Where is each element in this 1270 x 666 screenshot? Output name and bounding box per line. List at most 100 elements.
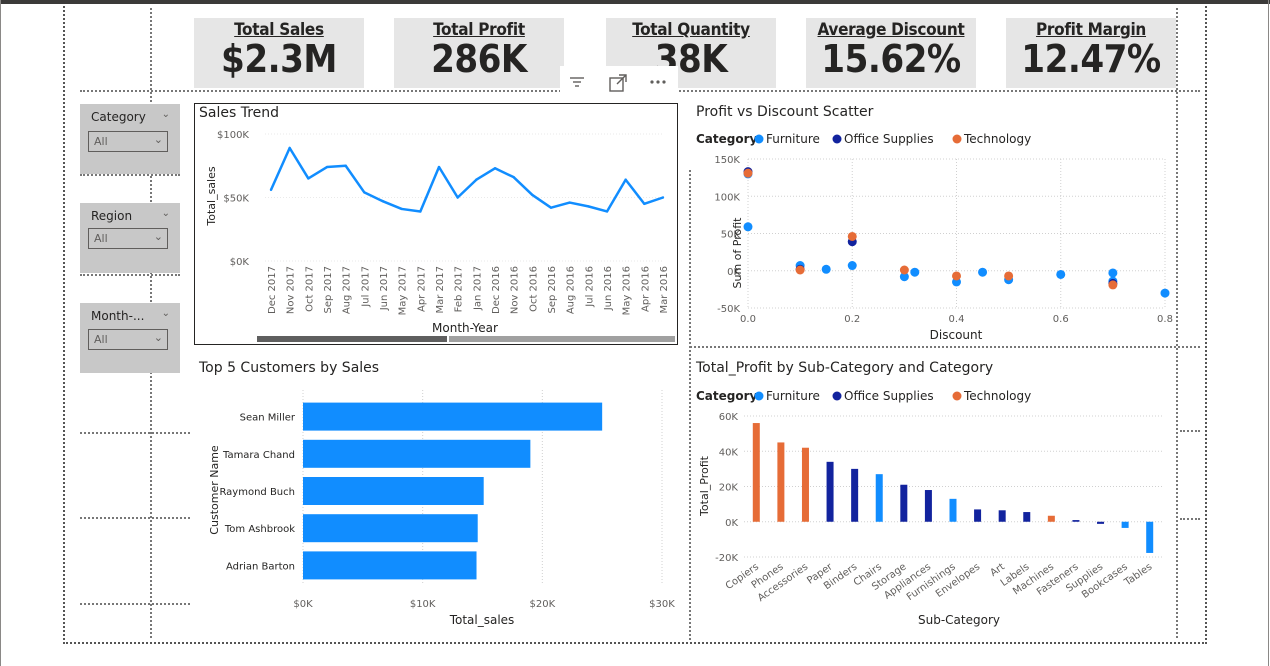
slicer-value: All (94, 232, 108, 245)
y-axis-label: Total_sales (205, 166, 218, 226)
x-tick-label: Oct 2017 (304, 266, 315, 312)
scatter-point (743, 168, 753, 178)
scatter-point (743, 222, 753, 232)
x-tick-label: 0.8 (1157, 314, 1173, 325)
profit-discount-visual[interactable]: Profit vs Discount Scatter Category Furni… (692, 103, 1178, 345)
scrollbar-track[interactable] (449, 336, 675, 342)
line-point (437, 165, 441, 169)
line-point (624, 178, 627, 181)
line-point (643, 202, 646, 206)
layout-guide (80, 517, 190, 519)
slicer-value: All (94, 333, 108, 346)
chevron-down-icon[interactable]: ⌄ (162, 208, 170, 219)
sales-trend-chart: $0K $50K $100K Dec 2017 Nov 2017 Oct 2017 Sep … (205, 130, 675, 342)
y-tick-label: 40K (719, 447, 739, 458)
x-tick-label: Jul 2016 (584, 266, 595, 308)
scatter-point (1108, 280, 1118, 290)
x-tick-label: Apr 2017 (416, 266, 427, 312)
scatter-point (795, 265, 805, 275)
slicer-title: Region (91, 209, 133, 223)
legend-marker (754, 134, 764, 144)
x-tick-label: Jun 2017 (379, 266, 390, 311)
subcategory-bar (924, 490, 932, 522)
scatter-point (847, 231, 857, 241)
x-tick-label: $0K (293, 599, 313, 610)
window-right-edge (1268, 0, 1269, 666)
x-axis-label: Month-Year (432, 321, 498, 335)
x-tick-label: $30K (649, 599, 675, 610)
focus-mode-icon[interactable] (608, 73, 628, 97)
x-tick-label: $10K (410, 599, 436, 610)
scatter-point (952, 271, 961, 281)
x-tick-label: Mar 2017 (435, 266, 446, 314)
x-tick-label: $20K (530, 599, 556, 610)
line-point (456, 196, 459, 199)
x-tick-label: 0.6 (1053, 314, 1069, 325)
profit-subcategory-visual[interactable]: Total_Profit by Sub-Category and Categor… (692, 358, 1178, 630)
slicer-dropdown[interactable]: All ⌄ (88, 329, 168, 350)
subcategory-bar (1121, 521, 1129, 528)
line-point (381, 200, 385, 203)
top-customers-visual[interactable]: Top 5 Customers by Sales $0K $10K $20K $30K… (194, 358, 684, 630)
subcategory-bar (826, 461, 834, 522)
slicer-dropdown[interactable]: All ⌄ (88, 228, 168, 249)
x-axis-label: Total_sales (449, 613, 515, 627)
layout-guide (80, 274, 180, 276)
slicer-month-year[interactable]: Month-... ⌄ All ⌄ (80, 303, 180, 373)
kpi-card-total-profit[interactable]: Total Profit 286K (394, 18, 564, 88)
subcategory-bar (1097, 521, 1105, 524)
y-tick-label: $0K (230, 257, 250, 268)
subcategory-bar (1047, 515, 1055, 522)
slicer-dropdown[interactable]: All ⌄ (88, 131, 168, 152)
slicer-region[interactable]: Region ⌄ All ⌄ (80, 203, 180, 273)
x-tick-label: Nov 2017 (286, 266, 297, 314)
scatter-point (910, 267, 920, 277)
line-point (363, 191, 366, 194)
legend-marker (832, 391, 842, 401)
sales-trend-line (269, 146, 664, 213)
line-point (400, 207, 403, 211)
x-tick-label: Dec 2016 (491, 266, 502, 314)
kpi-card-profit-margin[interactable]: Profit Margin 12.47% (1006, 18, 1176, 88)
subcategory-bar (752, 423, 760, 522)
filter-icon[interactable] (568, 73, 586, 95)
kpi-card-total-sales[interactable]: Total Sales $2.3M (194, 18, 364, 88)
scrollbar-thumb[interactable] (257, 336, 447, 342)
subcategory-bar (949, 498, 957, 522)
profit-subcategory-chart: Category Furniture Office Supplies Technolo… (696, 389, 1162, 627)
slicer-title: Month-... (91, 309, 145, 323)
y-tick-label: 60K (719, 412, 739, 423)
x-tick-label: Feb 2017 (454, 266, 465, 312)
chevron-down-icon: ⌄ (153, 230, 163, 243)
y-tick-label: 150K (714, 155, 740, 166)
slicer-value: All (94, 135, 108, 148)
slicer-category[interactable]: Category ⌄ All ⌄ (80, 104, 180, 174)
x-axis-label: Sub-Category (918, 613, 1000, 627)
scatter-point (821, 264, 831, 274)
chevron-down-icon[interactable]: ⌄ (162, 308, 170, 319)
legend-label: Office Supplies (844, 389, 934, 403)
y-tick-label: Tamara Chand (222, 450, 295, 461)
more-options-icon[interactable] (648, 74, 668, 94)
y-tick-label: -50K (717, 304, 740, 315)
profit-discount-chart: Category Furniture Office Supplies Technolo… (696, 132, 1173, 342)
kpi-card-average-discount[interactable]: Average Discount 15.62% (806, 18, 976, 88)
y-axis-label: Total_Profit (698, 455, 711, 517)
subcategory-bar (1023, 512, 1031, 522)
chevron-down-icon[interactable]: ⌄ (162, 109, 170, 120)
scatter-point (1056, 269, 1066, 279)
y-tick-label: 100K (714, 192, 740, 203)
customer-bar (303, 402, 603, 431)
x-tick-label: Aug 2017 (342, 266, 353, 314)
legend-marker (832, 134, 842, 144)
x-tick-label: Jun 2016 (603, 266, 614, 311)
scatter-point (1108, 268, 1118, 278)
line-point (493, 167, 497, 170)
subcategory-bar (974, 509, 982, 522)
layout-guide (1180, 430, 1200, 432)
x-tick-label: 0.4 (949, 314, 965, 325)
x-tick-label: Jan 2017 (472, 266, 483, 311)
x-tick-label: 0.2 (844, 314, 860, 325)
legend-label: Furniture (766, 132, 820, 146)
sales-trend-visual[interactable]: Sales Trend $0K $50K $100K Dec 2017 Nov 2017… (194, 103, 678, 345)
